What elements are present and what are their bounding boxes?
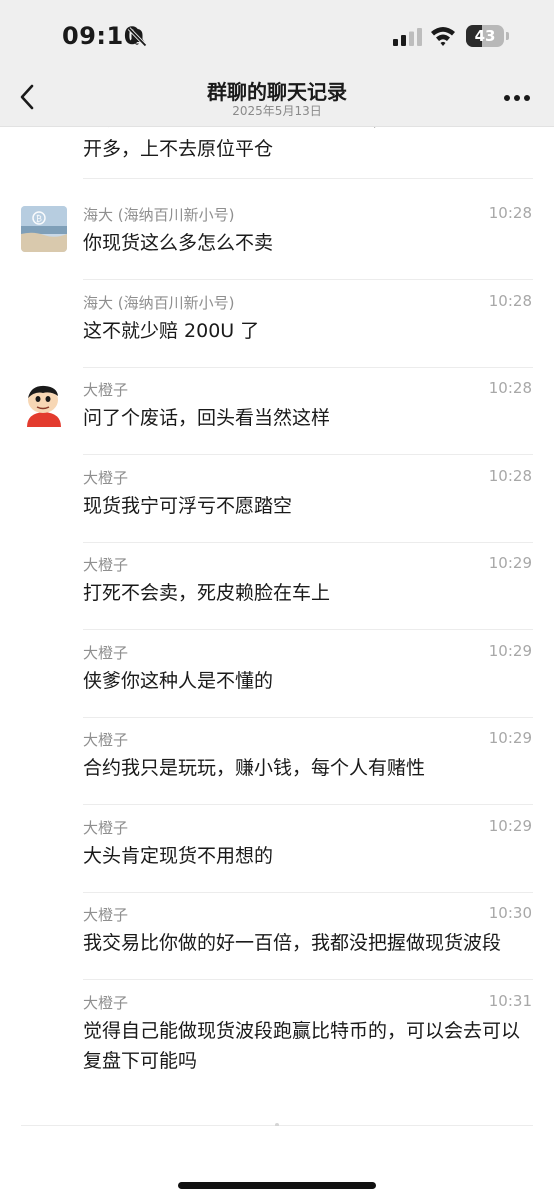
- message-sender: 海大 (海纳百川新小号): [83, 206, 235, 224]
- message-time: 10:29: [488, 729, 532, 747]
- message-sender: 大橙子: [83, 381, 129, 399]
- message-separator: [83, 279, 533, 280]
- page-title: 群聊的聊天记录: [207, 80, 347, 104]
- message-sender: 大橙子: [83, 469, 129, 487]
- message-time: 10:28: [488, 292, 532, 310]
- message-sender: 大橙子: [83, 644, 129, 662]
- message-separator: [83, 454, 533, 455]
- message-text: 觉得自己能做现货波段跑赢比特币的，可以会去可以复盘下可能吗: [83, 1020, 521, 1072]
- message-time: 10:28: [488, 204, 532, 222]
- message-separator: [83, 629, 533, 630]
- home-indicator[interactable]: [178, 1182, 376, 1189]
- beach-avatar-image: ₿: [21, 206, 67, 252]
- nav-bar: 群聊的聊天记录 2025年5月13日: [0, 72, 554, 127]
- message-text: 问了个废话，回头看当然这样: [83, 407, 331, 429]
- message-sender: 大橙子: [83, 819, 129, 837]
- message-text: 我交易比你做的好一百倍，我都没把握做现货波段: [83, 932, 502, 954]
- chat-record-list[interactable]: 我说了 2000 这里压万位我止盈了，2435回调尝试开多，上不去原位平仓 ₿ 海…: [0, 126, 554, 1126]
- cartoon-avatar[interactable]: [21, 381, 67, 427]
- message-sender: 海大 (海纳百川新小号): [83, 294, 235, 312]
- more-options-icon[interactable]: [503, 94, 531, 102]
- message-separator: [83, 717, 533, 718]
- message-time: 10:30: [488, 904, 532, 922]
- list-end-dot: [275, 1123, 279, 1126]
- svg-text:₿: ₿: [36, 215, 42, 224]
- battery-percent: 43: [474, 27, 496, 45]
- message-separator: [83, 804, 533, 805]
- battery-tip: [506, 32, 509, 40]
- wifi-icon: [431, 27, 455, 46]
- message-sender: 大橙子: [83, 994, 129, 1012]
- message-separator: [83, 367, 533, 368]
- page-subtitle: 2025年5月13日: [232, 104, 322, 118]
- message-separator: [83, 542, 533, 543]
- message-text: 这不就少赔 200U 了: [83, 320, 260, 342]
- bell-muted-icon: [127, 27, 147, 47]
- message-time: 10:28: [488, 379, 532, 397]
- message-text: 合约我只是玩玩，赚小钱，每个人有赌性: [83, 757, 426, 779]
- message-text: 打死不会卖，死皮赖脸在车上: [83, 582, 331, 604]
- status-bar: 09:10 43: [0, 0, 554, 72]
- message-text: 现货我宁可浮亏不愿踏空: [83, 495, 293, 517]
- message-time: 10:31: [488, 992, 532, 1010]
- message-text: 你现货这么多怎么不卖: [83, 232, 274, 254]
- message-sender: 大橙子: [83, 906, 129, 924]
- cartoon-avatar-image: [21, 381, 67, 427]
- message-time: 10:29: [488, 554, 532, 572]
- signal-icon: [393, 28, 422, 46]
- message-time: 10:29: [488, 817, 532, 835]
- message-sender: 大橙子: [83, 731, 129, 749]
- message-text: 侠爹你这种人是不懂的: [83, 670, 274, 692]
- message-separator: [83, 892, 533, 893]
- message-time: 10:29: [488, 642, 532, 660]
- message-sender: 大橙子: [83, 556, 129, 574]
- beach-avatar[interactable]: ₿: [21, 206, 67, 252]
- message-time: 10:28: [488, 467, 532, 485]
- partial-message-text: 我说了 2000 这里压万位我止盈了，2435回调尝试开多，上不去原位平仓: [83, 126, 533, 179]
- battery-indicator: 43: [466, 25, 504, 47]
- message-text: 大头肯定现货不用想的: [83, 845, 274, 867]
- message-separator: [83, 979, 533, 980]
